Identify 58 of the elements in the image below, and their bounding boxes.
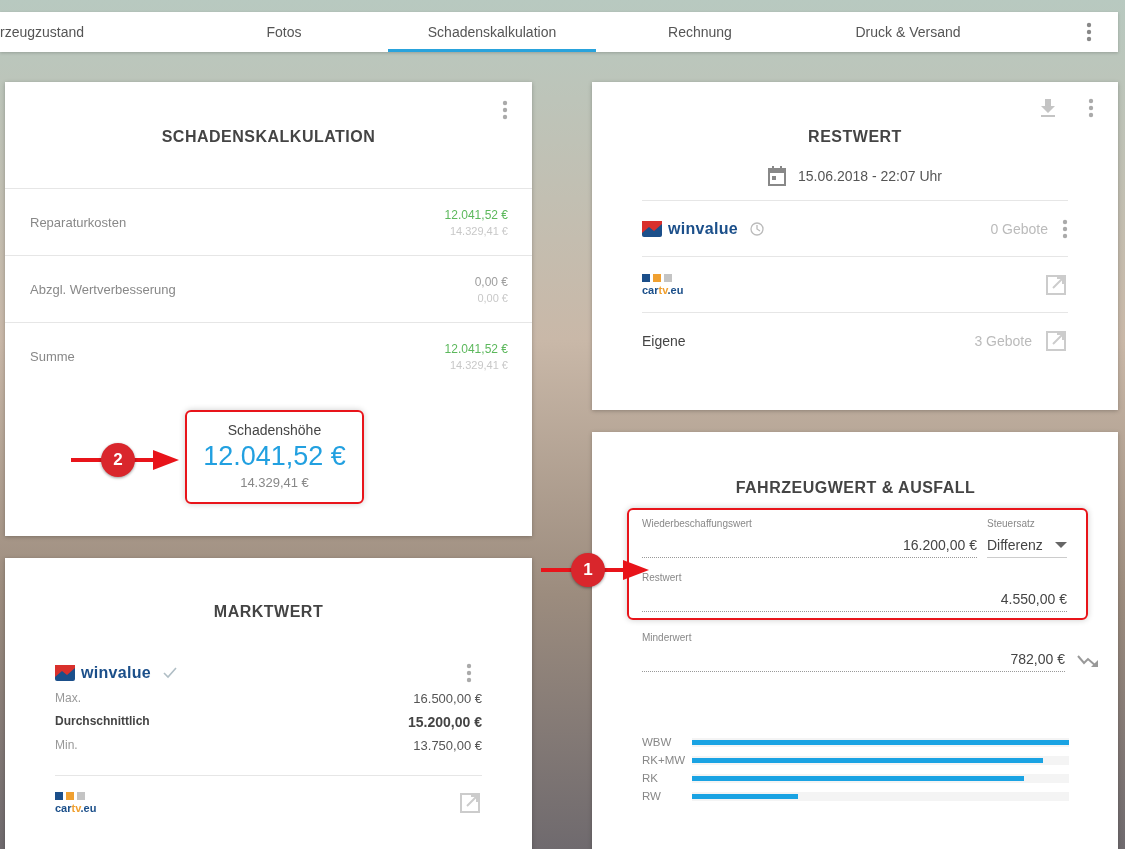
more-icon[interactable] <box>502 100 508 120</box>
bid-count: 3 Gebote <box>974 332 1032 349</box>
amount: 15.200,00 € <box>408 714 482 730</box>
input-field[interactable]: Minderwert 782,00 € <box>642 632 1065 672</box>
tax-dropdown[interactable]: Steuersatz Differenz <box>987 518 1067 558</box>
total-label: Schadenshöhe <box>227 422 322 438</box>
download-icon[interactable] <box>1040 99 1056 117</box>
total-amount: 12.041,52 € <box>203 441 346 472</box>
more-icon[interactable] <box>1062 218 1068 239</box>
tab[interactable]: Druck & Versand <box>804 12 1012 52</box>
logo: cartv.eu <box>642 273 684 296</box>
caret-icon <box>1055 542 1067 548</box>
bar-label: RK <box>642 772 659 784</box>
amount: 12.041,52 € <box>444 341 508 356</box>
card-title: SCHADENSKALKULATION <box>160 127 377 147</box>
amount: 13.750,00 € <box>413 738 482 753</box>
amount: 0,00 € <box>474 274 508 289</box>
input-field[interactable]: Restwert 4.550,00 € <box>642 572 1067 612</box>
amount: 12.041,52 € <box>444 207 508 222</box>
card-title: MARKTWERT <box>212 602 325 622</box>
logo-text: winvalue <box>81 664 151 682</box>
calendar-icon <box>768 166 786 186</box>
date-text: 15.06.2018 - 22:07 Uhr <box>798 168 942 184</box>
bid-count: 0 Gebote <box>990 220 1048 237</box>
more-icon[interactable] <box>1086 22 1092 42</box>
card-title: FAHRZEUGWERT & AUSFALL <box>734 478 977 498</box>
row-label: Abzgl. Wertverbesserung <box>30 281 176 297</box>
row-label: Reparaturkosten <box>30 214 127 230</box>
row-label: Min. <box>55 738 78 753</box>
check-icon <box>163 667 177 679</box>
bar-label: WBW <box>642 736 673 748</box>
trend-down-icon[interactable] <box>1077 654 1099 668</box>
row-label: Max. <box>55 691 81 706</box>
row-label: Durchschnittlich <box>55 714 150 730</box>
clock-icon <box>750 221 764 236</box>
tab[interactable]: rzeugzustand <box>0 12 180 52</box>
card-title: RESTWERT <box>807 127 903 146</box>
row-label: Summe <box>30 348 75 364</box>
external-link-icon[interactable] <box>1046 330 1066 351</box>
more-icon[interactable] <box>1088 98 1094 118</box>
tab[interactable]: Fotos <box>180 12 388 52</box>
callout-badge: 1 <box>571 553 605 587</box>
amount: 16.500,00 € <box>413 691 482 706</box>
logo-text: winvalue <box>668 219 738 238</box>
external-link-icon[interactable] <box>1046 274 1066 295</box>
callout-badge: 2 <box>101 443 135 477</box>
more-icon[interactable] <box>466 663 472 683</box>
tab[interactable]: Schadenskalkulation <box>388 12 596 52</box>
logo-icon <box>642 220 662 237</box>
external-link-icon[interactable] <box>460 793 480 813</box>
tab[interactable]: Rechnung <box>596 12 804 52</box>
secondary-amount: 14.329,41 € <box>240 475 309 490</box>
logo-icon <box>55 665 75 681</box>
input-field[interactable]: Wiederbeschaffungswert 16.200,00 € <box>642 518 977 558</box>
bar-label: RW <box>642 790 662 802</box>
provider-label: Eigene <box>642 332 686 349</box>
bar-label: RK+MW <box>642 754 687 766</box>
logo: cartv.eu <box>55 792 97 814</box>
